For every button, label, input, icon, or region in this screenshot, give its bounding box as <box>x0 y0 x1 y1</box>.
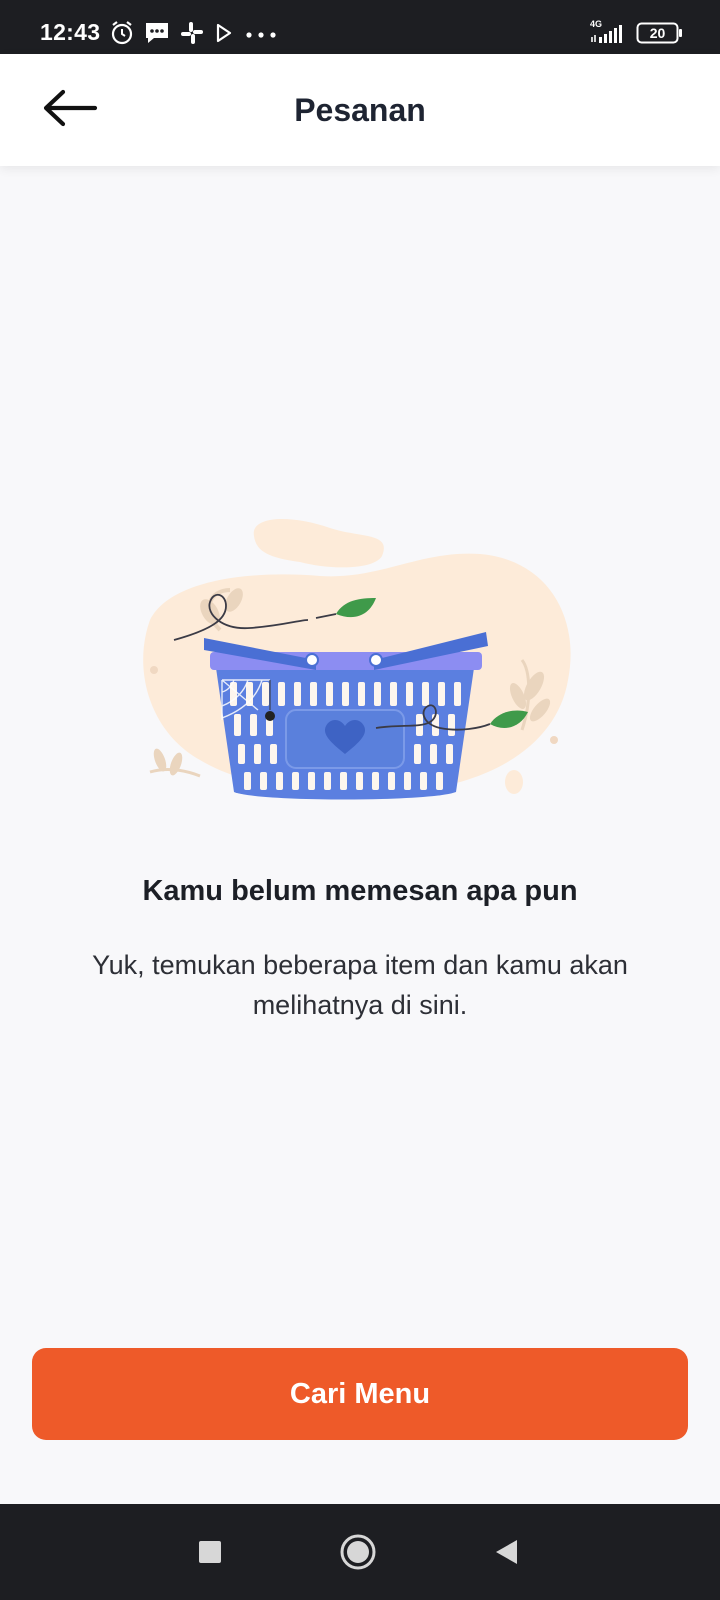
app-bar: Pesanan <box>0 54 720 166</box>
battery-icon: 20 <box>636 22 684 44</box>
status-system-icons: 4G 20 <box>590 19 684 46</box>
home-button[interactable] <box>338 1534 378 1574</box>
find-menu-button[interactable]: Cari Menu <box>32 1348 688 1440</box>
more-dots-icon <box>244 27 278 45</box>
recents-button[interactable] <box>190 1534 230 1574</box>
status-bar: 12:43 4G 20 <box>0 0 720 54</box>
play-store-icon <box>214 22 234 49</box>
system-nav-bar <box>0 1504 720 1600</box>
page-title: Pesanan <box>294 92 426 128</box>
alarm-icon <box>110 20 134 51</box>
signal-icon: 4G <box>590 19 626 46</box>
empty-state-title: Kamu belum memesan apa pun <box>142 875 578 907</box>
recents-square-icon <box>198 1540 222 1569</box>
status-notification-icons <box>110 20 278 51</box>
status-time: 12:43 <box>40 19 101 45</box>
slack-icon <box>180 21 204 50</box>
home-circle-icon <box>339 1533 377 1576</box>
back-nav-button[interactable] <box>486 1534 526 1574</box>
message-icon <box>144 20 170 51</box>
back-triangle-icon <box>493 1538 519 1571</box>
empty-basket-illustration <box>130 510 590 820</box>
empty-state-description: Yuk, temukan beberapa item dan kamu akan… <box>92 950 628 1020</box>
battery-level: 20 <box>649 25 666 41</box>
